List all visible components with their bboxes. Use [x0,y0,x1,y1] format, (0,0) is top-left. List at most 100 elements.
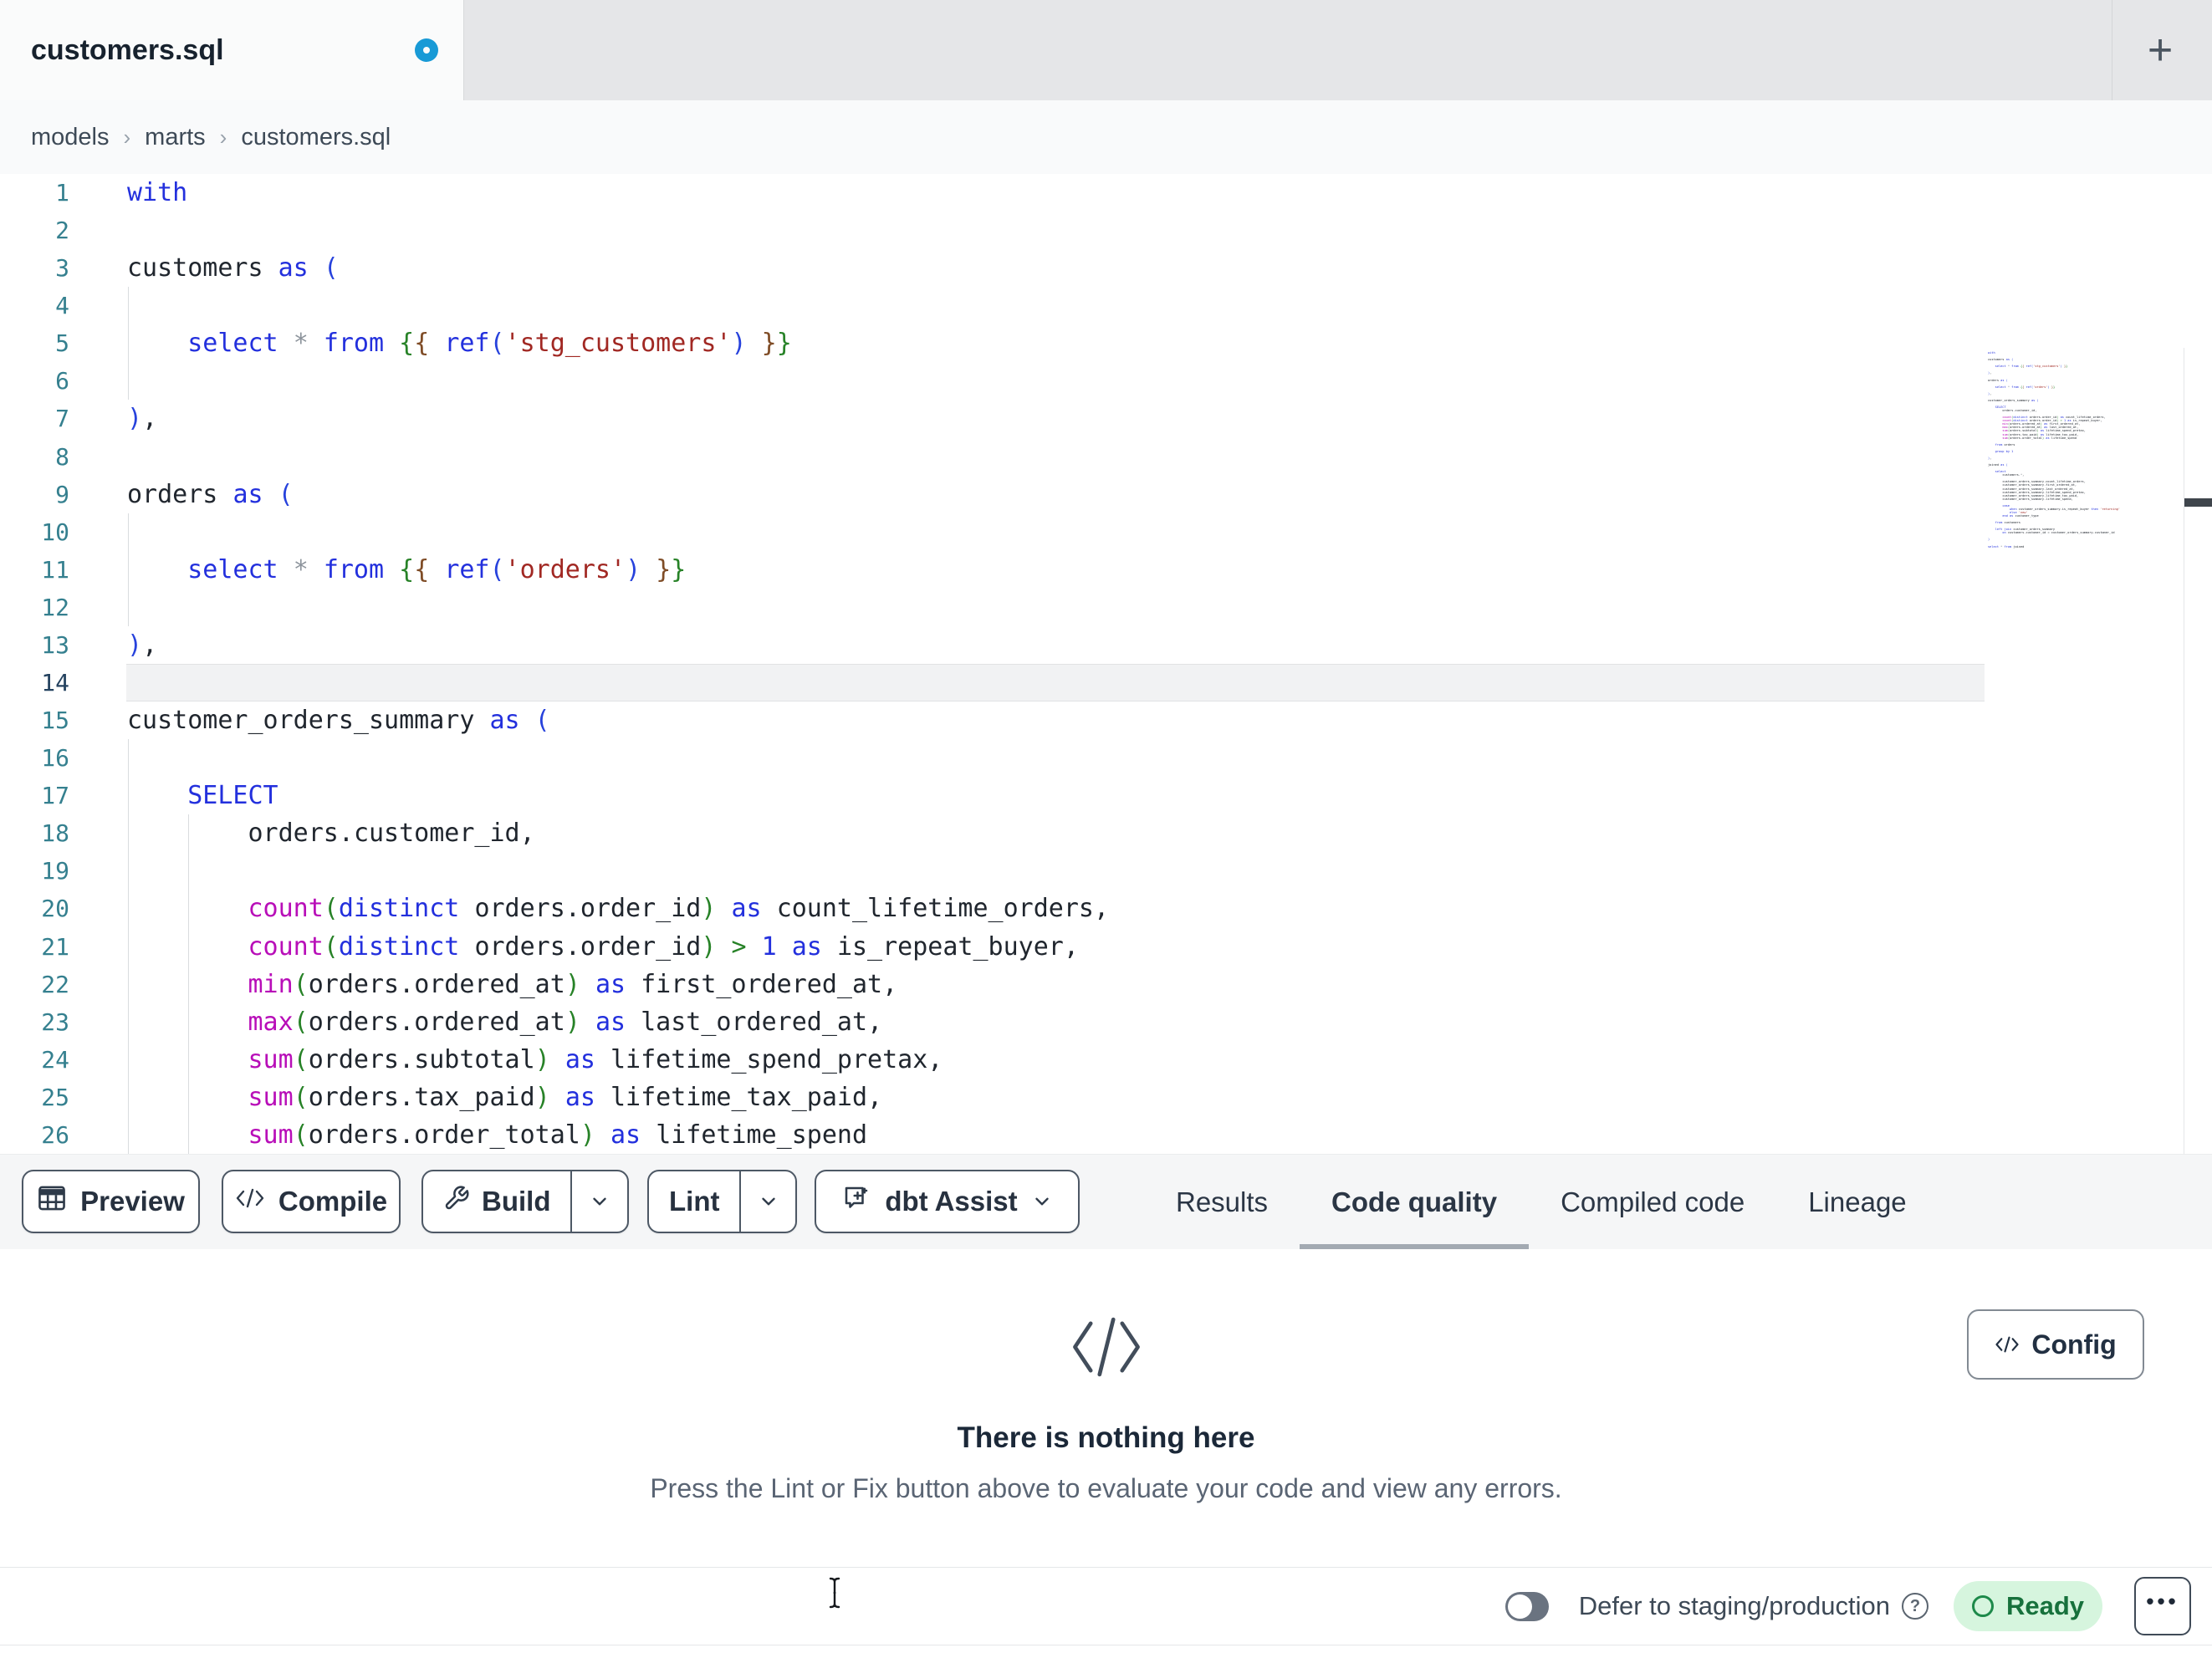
code-line[interactable]: select * from {{ ref('stg_customers') }} [127,324,1985,363]
empty-state-title: There is nothing here [957,1421,1255,1454]
line-number-gutter: 1 2 3 4 5 6 7 8 9 10 11 12 13 14 15 16 17 18 19 20 21 22 23 24 2… [0,174,84,1154]
preview-button[interactable]: Preview [22,1170,200,1233]
empty-state-subtitle: Press the Lint or Fix button above to ev… [650,1473,1562,1503]
code-line[interactable]: min(orders.ordered_at) as first_ordered_… [127,965,1985,1003]
code-line[interactable]: sum(orders.order_total) as lifetime_spen… [127,1115,1985,1155]
breadcrumb-bar: models › marts › customers.sql [0,100,2212,270]
line-number: 12 [41,593,69,621]
code-line[interactable] [127,287,1985,325]
ready-label: Ready [2005,1591,2085,1620]
tab-lineage[interactable]: Lineage [1776,1155,1938,1250]
indent-guide [188,852,190,890]
line-number: 26 [41,1120,69,1149]
chevron-down-icon [593,1197,606,1206]
editor-scrollbar-thumb[interactable] [2184,498,2212,507]
code-icon [235,1186,265,1217]
indent-guide [188,1115,190,1155]
build-split-button[interactable]: Build [421,1170,629,1233]
defer-toggle[interactable] [1504,1591,1549,1621]
line-number: 22 [41,970,69,998]
tab-compiled-code[interactable]: Compiled code [1529,1155,1776,1250]
wrench-icon [443,1185,470,1218]
indent-guide [128,550,129,589]
more-options-button[interactable]: ••• [2134,1577,2191,1635]
line-number: 6 [55,367,69,395]
code-line[interactable] [127,852,1985,890]
indent-guide [128,814,129,853]
indent-guide [128,513,129,551]
ellipsis-icon: ••• [2146,1589,2179,1614]
line-number: 8 [55,442,69,471]
line-number: 16 [41,744,69,773]
file-tab-title: customers.sql [31,33,224,66]
tab-results[interactable]: Results [1144,1155,1300,1250]
code-line[interactable]: with [127,174,1985,212]
build-dropdown-button[interactable] [572,1191,627,1212]
indent-guide [128,927,129,966]
code-line[interactable]: SELECT [127,777,1985,815]
indent-guide [128,287,129,325]
new-tab-button[interactable]: + [2123,23,2198,77]
indent-guide [128,1003,129,1041]
indent-guide [188,1078,190,1116]
line-number: 24 [41,1045,69,1074]
code-line[interactable] [127,362,1985,400]
indent-guide [128,890,129,928]
config-button[interactable]: Config [1967,1309,2144,1380]
compile-button[interactable]: Compile [222,1170,401,1233]
dbt-ide-window: customers.sql + models › marts › custome… [0,0,2212,1653]
breadcrumb-item-models[interactable]: models [31,124,110,151]
code-line[interactable]: customer_orders_summary as ( [127,702,1985,739]
code-line[interactable]: count(distinct orders.order_id) as count… [127,890,1985,928]
minimap[interactable]: with customers as ( select * from {{ ref… [1988,351,2181,550]
file-tab-customers-sql[interactable]: customers.sql [0,0,464,100]
code-line[interactable]: ), [127,626,1985,664]
code-line[interactable] [127,438,1985,476]
code-empty-state-icon [1067,1308,1146,1390]
code-line[interactable]: sum(orders.tax_paid) as lifetime_tax_pai… [127,1078,1985,1116]
code-icon [1995,1336,2019,1353]
line-number: 3 [55,254,69,283]
code-editor[interactable]: 1 2 3 4 5 6 7 8 9 10 11 12 13 14 15 16 17 18 19 20 21 22 23 24 2… [0,174,2212,1328]
line-number: 4 [55,292,69,320]
indent-guide [128,324,129,363]
code-line[interactable]: max(orders.ordered_at) as last_ordered_a… [127,1003,1985,1041]
table-icon [37,1185,67,1218]
code-line[interactable]: sum(orders.subtotal) as lifetime_spend_p… [127,1040,1985,1079]
indent-guide [128,362,129,400]
dbt-assist-button[interactable]: dbt Assist [815,1170,1080,1233]
code-line[interactable]: count(distinct orders.order_id) > 1 as i… [127,927,1985,966]
code-line[interactable] [127,513,1985,551]
code-quality-panel: Config There is nothing here Press the L… [0,1249,2212,1567]
lint-split-button[interactable]: Lint [647,1170,797,1233]
code-line[interactable]: customers as ( [127,249,1985,287]
help-icon[interactable]: ? [1902,1593,1928,1620]
indent-guide [128,965,129,1003]
indent-guide [188,1040,190,1079]
ready-status-badge: Ready [1954,1581,2102,1631]
lint-dropdown-button[interactable] [741,1191,795,1212]
build-label: Build [482,1186,551,1217]
config-label: Config [2031,1329,2117,1360]
indent-guide [188,927,190,966]
breadcrumb-item-customers-sql[interactable]: customers.sql [241,124,391,151]
code-content[interactable]: with customers as ( select * from {{ ref… [127,174,1985,1155]
tab-code-quality[interactable]: Code quality [1300,1155,1530,1250]
lint-label[interactable]: Lint [649,1186,739,1217]
line-number: 23 [41,1008,69,1036]
code-line[interactable] [127,212,1985,249]
code-line[interactable]: ), [127,400,1985,437]
code-line[interactable] [127,588,1985,626]
code-line[interactable]: select * from {{ ref('orders') }} [127,550,1985,589]
chevron-down-icon [1034,1197,1049,1206]
breadcrumb-item-marts[interactable]: marts [145,124,206,151]
code-line[interactable] [127,664,1985,702]
status-bar: Defer to staging/production ? Ready ••• [0,1567,2212,1645]
code-line[interactable]: orders as ( [127,476,1985,513]
breadcrumb: models › marts › customers.sql [31,100,391,174]
build-main[interactable]: Build [423,1185,570,1218]
code-line[interactable]: orders.customer_id, [127,814,1985,853]
indent-guide [188,965,190,1003]
line-number: 7 [55,405,69,433]
code-line[interactable] [127,739,1985,778]
